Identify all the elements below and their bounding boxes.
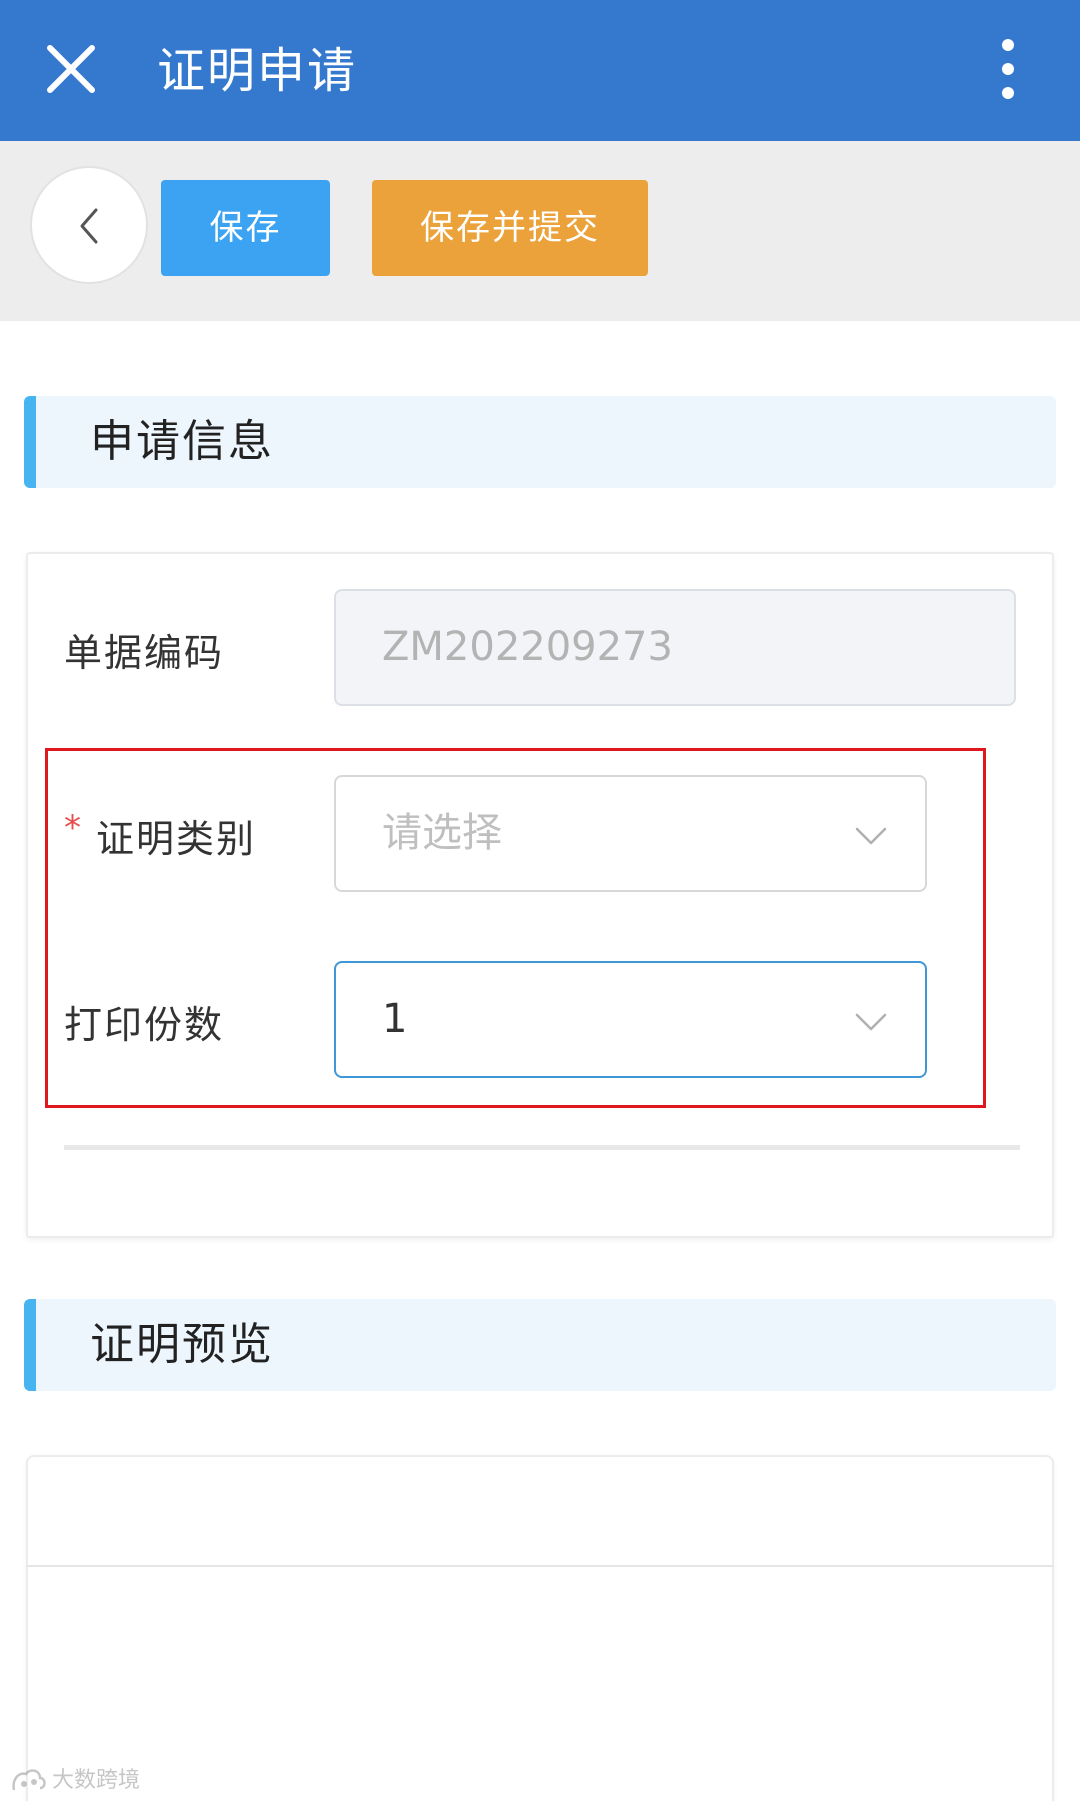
watermark: 大数跨境 (10, 1766, 140, 1796)
section-title: 申请信息 (90, 416, 274, 467)
close-icon[interactable] (40, 38, 102, 100)
watermark-logo-icon (12, 1769, 46, 1791)
doc-code-field: ZM202209273 (334, 589, 1016, 706)
back-button[interactable] (30, 166, 148, 284)
watermark-text: 大数跨境 (52, 1768, 141, 1793)
page-title: 证明申请 (157, 43, 358, 99)
more-vertical-icon[interactable] (990, 36, 1026, 102)
page: 证明申请 保存 保存并提交 申请信息 单据编码 ZM202209273 * 证明… (0, 0, 1080, 1801)
highlight-annotation-box (45, 748, 986, 1108)
save-and-submit-button[interactable]: 保存并提交 (372, 180, 648, 276)
section-header-preview: 证明预览 (24, 1299, 1056, 1391)
section-title: 证明预览 (90, 1319, 274, 1370)
preview-divider (26, 1565, 1054, 1567)
app-header: 证明申请 (0, 0, 1080, 141)
action-toolbar: 保存 保存并提交 (0, 141, 1080, 321)
chevron-left-icon (80, 208, 98, 244)
form-divider (64, 1145, 1020, 1150)
doc-code-label: 单据编码 (64, 631, 225, 675)
section-header-apply-info: 申请信息 (24, 396, 1056, 488)
save-button[interactable]: 保存 (161, 180, 330, 276)
preview-card (26, 1455, 1054, 1801)
